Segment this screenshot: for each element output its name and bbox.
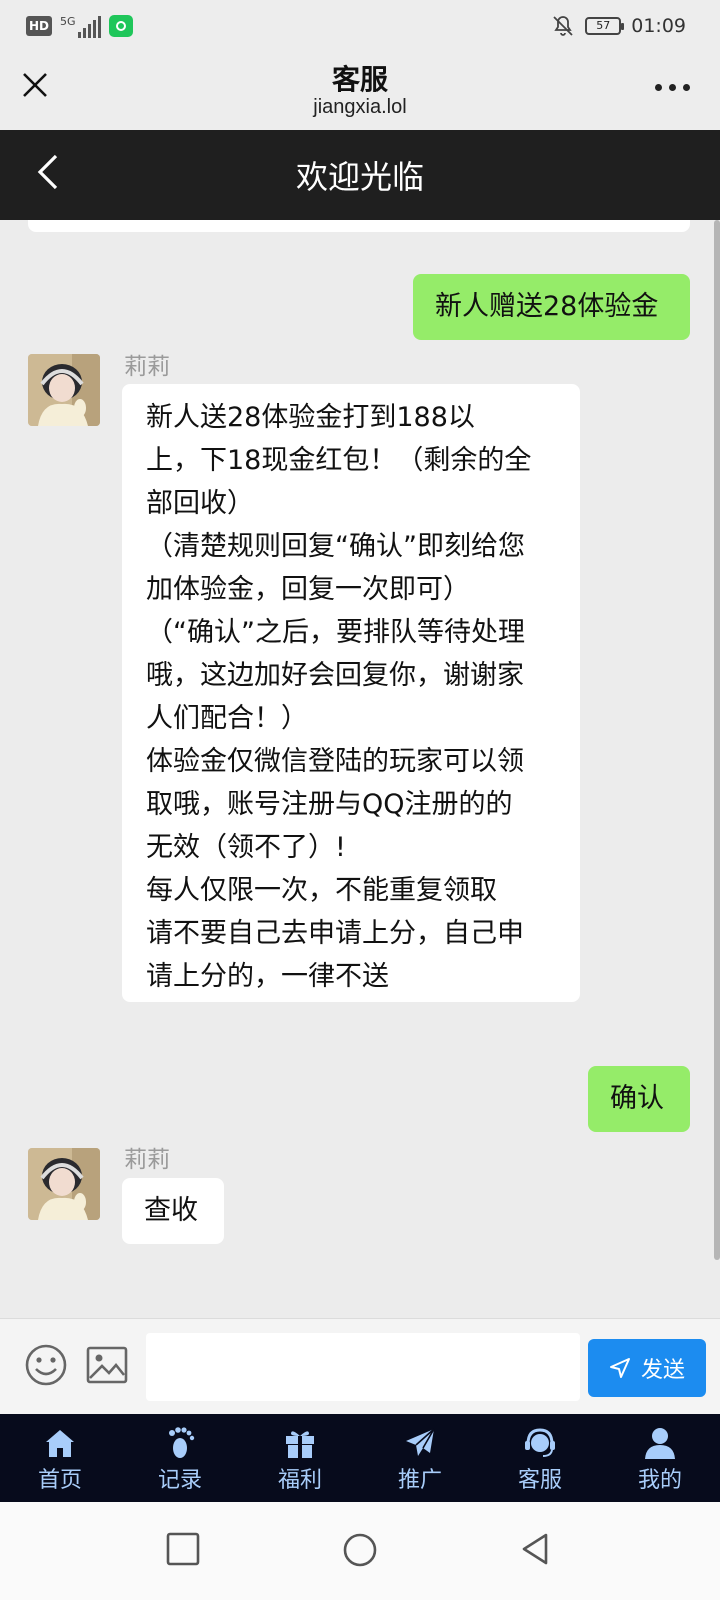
agent-message-bubble: 新人送28体验金打到188以 上，下18现金红包！（剩余的全 部回收） （清楚规…	[122, 384, 580, 1002]
message-input[interactable]	[146, 1333, 580, 1401]
tab-label: 福利	[277, 1468, 322, 1493]
status-left: HD 5G	[26, 14, 133, 38]
bottom-tab-bar: 首页 记录 福利 推广 客服 我的	[0, 1414, 720, 1502]
home-circle-icon[interactable]	[342, 1532, 378, 1568]
tab-label: 推广	[397, 1468, 442, 1493]
image-icon[interactable]	[86, 1345, 128, 1385]
footprint-icon	[169, 1427, 195, 1458]
scrollbar[interactable]	[714, 220, 720, 1260]
recent-apps-icon[interactable]	[166, 1532, 200, 1566]
page-title: 欢迎光临	[295, 158, 424, 196]
my-message-bubble: 新人赠送28体验金	[413, 274, 690, 340]
system-navigation-bar	[0, 1502, 720, 1600]
tab-records[interactable]: 记录	[120, 1414, 240, 1502]
home-icon	[46, 1430, 74, 1457]
camera-notification-icon	[108, 15, 133, 37]
tab-label: 记录	[157, 1468, 202, 1493]
input-bar: 发送	[0, 1318, 720, 1414]
status-bar: HD 5G 57 01:09	[0, 0, 720, 56]
sender-name: 莉莉	[124, 1147, 170, 1173]
tab-mine[interactable]: 我的	[600, 1414, 720, 1502]
sender-name: 莉莉	[124, 354, 170, 380]
network-type: 5G	[60, 15, 76, 28]
headset-icon	[525, 1428, 555, 1457]
mute-bell-icon	[553, 16, 573, 36]
gift-icon	[286, 1431, 314, 1458]
my-message-bubble: 确认	[588, 1066, 690, 1132]
page-header: 欢迎光临	[0, 130, 720, 220]
signal-icon: 5G	[60, 14, 101, 38]
tab-label: 我的	[637, 1468, 682, 1493]
clock: 01:09	[631, 15, 686, 37]
send-button-label: 发送	[640, 1358, 685, 1383]
previous-message-bubble	[28, 220, 690, 232]
browser-title: 客服	[331, 63, 388, 96]
more-menu-icon[interactable]	[655, 84, 690, 91]
tab-label: 首页	[37, 1468, 82, 1493]
avatar[interactable]	[28, 354, 100, 426]
avatar[interactable]	[28, 1148, 100, 1220]
browser-top-bar: 客服 jiangxia.lol	[0, 56, 720, 130]
status-right: 57 01:09	[551, 14, 686, 38]
send-button[interactable]: 发送	[588, 1339, 706, 1397]
tab-welfare[interactable]: 福利	[240, 1414, 360, 1502]
tab-home[interactable]: 首页	[0, 1414, 120, 1502]
emoji-icon[interactable]	[24, 1343, 68, 1387]
user-icon	[645, 1428, 675, 1459]
chat-area[interactable]: 新人赠送28体验金 莉莉 新人送28体验金打到188以 上，下18现金红包！（剩…	[0, 220, 720, 1318]
battery-icon: 57	[585, 17, 625, 35]
tab-service[interactable]: 客服	[480, 1414, 600, 1502]
tab-promote[interactable]: 推广	[360, 1414, 480, 1502]
back-triangle-icon[interactable]	[520, 1532, 550, 1566]
browser-domain: jiangxia.lol	[313, 96, 407, 118]
hd-badge: HD	[26, 16, 53, 36]
paper-plane-icon	[406, 1428, 435, 1456]
agent-message-bubble: 查收	[122, 1178, 224, 1244]
send-arrow-icon	[609, 1358, 630, 1378]
tab-label: 客服	[517, 1468, 562, 1493]
